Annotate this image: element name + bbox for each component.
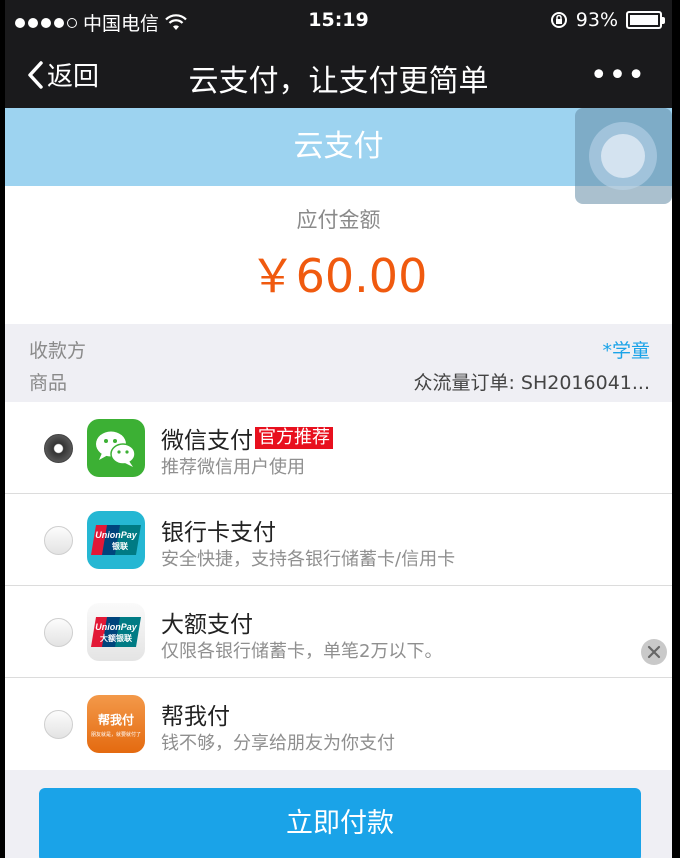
unionpay-text: UnionPay [95, 530, 138, 540]
option-title: 帮我付 [161, 704, 230, 730]
amount-section: 应付金额 ￥60.00 [5, 186, 672, 324]
page-title: 云支付，让支付更简单 [188, 64, 489, 99]
unionpay-sub: 银联 [111, 541, 128, 551]
radio-button-selected[interactable] [44, 434, 73, 463]
pay-header: 云支付 [5, 108, 672, 186]
app-frame: 中国电信 15:19 93% 返回 云支付，让支付更简单 ••• 云支付 应付金… [5, 0, 672, 858]
unionpay-icon: UnionPay 银联 [87, 511, 145, 569]
option-large-payment[interactable]: UnionPay 大额银联 大额支付 仅限各银行储蓄卡，单笔2万以下。 [5, 586, 672, 678]
unionpay-text: UnionPay [95, 622, 138, 632]
battery-icon [626, 11, 665, 29]
radio-button[interactable] [44, 526, 73, 555]
battery-percent: 93% [575, 9, 618, 31]
option-help-pay[interactable]: 帮我付 朋友就是，就要就付了 帮我付 钱不够，分享给朋友为你支付 [5, 678, 672, 770]
status-right: 93% [550, 9, 665, 31]
help-pay-icon: 帮我付 朋友就是，就要就付了 [87, 695, 145, 753]
option-desc: 推荐微信用户使用 [161, 457, 305, 478]
option-desc: 钱不够，分享给朋友为你支付 [161, 733, 395, 754]
pay-now-button[interactable]: 立即付款 [39, 788, 641, 858]
option-title: 微信支付 官方推荐 [161, 421, 333, 455]
more-menu-button[interactable]: ••• [590, 58, 646, 93]
amount-label: 应付金额 [296, 208, 381, 232]
payment-options: 微信支付 官方推荐 推荐微信用户使用 UnionPay 银联 银行卡支付 安全快… [5, 402, 672, 770]
goods-row: 商品 众流量订单: SH2016041... [29, 368, 650, 395]
payee-value: *学童 [602, 340, 650, 362]
option-title: 银行卡支付 [161, 520, 276, 546]
payee-label: 收款方 [29, 340, 87, 362]
option-bank-card[interactable]: UnionPay 银联 银行卡支付 安全快捷，支持各银行储蓄卡/信用卡 [5, 494, 672, 586]
radio-button[interactable] [44, 710, 73, 739]
option-wechat-pay[interactable]: 微信支付 官方推荐 推荐微信用户使用 [5, 402, 672, 494]
radio-button[interactable] [44, 618, 73, 647]
wechat-icon [87, 419, 145, 477]
rotation-lock-icon [550, 12, 567, 28]
amount-value: ￥60.00 [249, 249, 428, 303]
goods-label: 商品 [29, 372, 68, 394]
unionpay-sub: 大额银联 [100, 633, 132, 643]
status-bar: 中国电信 15:19 93% [5, 0, 672, 42]
help-pay-icon-sub: 朋友就是，就要就付了 [91, 731, 141, 738]
order-info: 收款方 *学童 商品 众流量订单: SH2016041... [5, 324, 672, 402]
option-title: 大额支付 [161, 612, 253, 638]
recommend-badge: 官方推荐 [255, 427, 333, 449]
option-title-text: 微信支付 [161, 428, 253, 454]
option-desc: 仅限各银行储蓄卡，单笔2万以下。 [161, 641, 443, 662]
help-pay-icon-text: 帮我付 [98, 712, 134, 727]
unionpay-large-icon: UnionPay 大额银联 [87, 603, 145, 661]
goods-value: 众流量订单: SH2016041... [413, 372, 650, 394]
payee-row: 收款方 *学童 [29, 336, 650, 363]
nav-bar: 返回 云支付，让支付更简单 ••• [5, 42, 672, 108]
assistive-touch-button[interactable] [575, 108, 672, 204]
option-desc: 安全快捷，支持各银行储蓄卡/信用卡 [161, 549, 456, 570]
close-icon[interactable] [641, 639, 667, 665]
